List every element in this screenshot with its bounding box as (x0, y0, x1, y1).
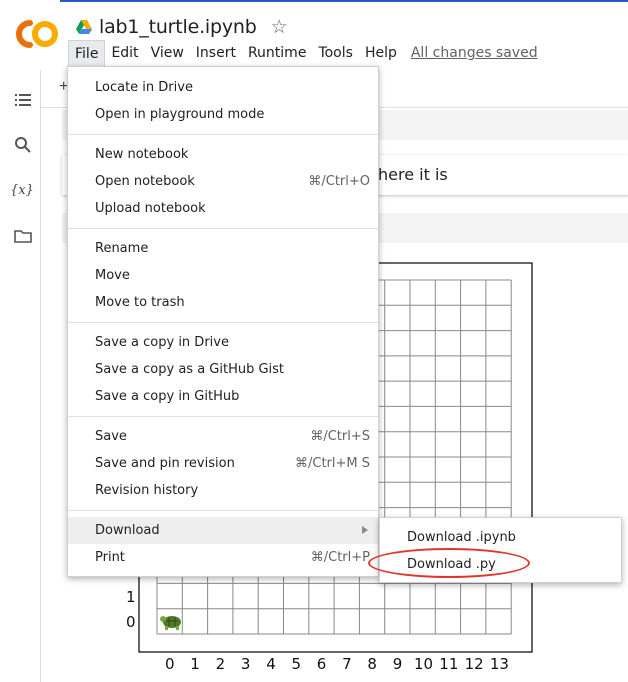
menu-item-open-notebook[interactable]: Open notebook ⌘/Ctrl+O (68, 168, 378, 195)
submenu-arrow-icon (362, 526, 368, 534)
shortcut-text: ⌘/Ctrl+O (308, 174, 370, 189)
y-tick-label: 0 (126, 613, 136, 631)
file-menu: Locate in Drive Open in playground mode … (67, 66, 379, 577)
shortcut-text: ⌘/Ctrl+M S (294, 456, 370, 471)
x-tick-label: 9 (392, 655, 403, 673)
x-tick-label: 1 (190, 655, 200, 673)
y-tick-label: 1 (126, 588, 136, 606)
menu-item-save-copy-github[interactable]: Save a copy in GitHub (68, 383, 378, 410)
menu-item-download-ipynb[interactable]: Download .ipynb (380, 524, 621, 551)
menu-item-save-and-pin[interactable]: Save and pin revision ⌘/Ctrl+M S (68, 450, 378, 477)
menu-item-save-copy-gist[interactable]: Save a copy as a GitHub Gist (68, 356, 378, 383)
menu-item-move[interactable]: Move (68, 262, 378, 289)
x-tick-label: 10 (414, 655, 434, 673)
menu-divider (68, 416, 378, 417)
x-tick-label: 6 (316, 655, 327, 673)
shortcut-text: ⌘/Ctrl+S (310, 429, 370, 444)
x-tick-label: 7 (342, 655, 352, 673)
x-tick-label: 4 (266, 655, 276, 673)
menu-divider (68, 134, 378, 135)
menu-item-open-playground[interactable]: Open in playground mode (68, 101, 378, 128)
menu-item-save[interactable]: Save ⌘/Ctrl+S (68, 423, 378, 450)
shortcut-text: ⌘/Ctrl+P (310, 550, 370, 565)
menu-item-new-notebook[interactable]: New notebook (68, 141, 378, 168)
menu-divider (68, 228, 378, 229)
menu-divider (68, 510, 378, 511)
menu-item-rename[interactable]: Rename (68, 235, 378, 262)
menu-item-save-copy-drive[interactable]: Save a copy in Drive (68, 329, 378, 356)
menu-item-revision-history[interactable]: Revision history (68, 477, 378, 504)
menu-item-download[interactable]: Download (68, 517, 378, 544)
x-tick-label: 8 (367, 655, 377, 673)
x-tick-label: 12 (464, 655, 484, 673)
x-tick-label: 0 (165, 655, 175, 673)
annotation-ellipse (368, 548, 530, 578)
menu-item-locate-in-drive[interactable]: Locate in Drive (68, 74, 378, 101)
menu-divider (68, 322, 378, 323)
menu-item-print[interactable]: Print ⌘/Ctrl+P (68, 544, 378, 571)
menu-item-upload-notebook[interactable]: Upload notebook (68, 195, 378, 222)
x-tick-label: 13 (489, 655, 509, 673)
menu-item-move-to-trash[interactable]: Move to trash (68, 289, 378, 316)
x-tick-label: 5 (291, 655, 302, 673)
x-tick-label: 2 (215, 655, 226, 673)
x-tick-label: 11 (439, 655, 459, 673)
x-tick-label: 3 (240, 655, 251, 673)
